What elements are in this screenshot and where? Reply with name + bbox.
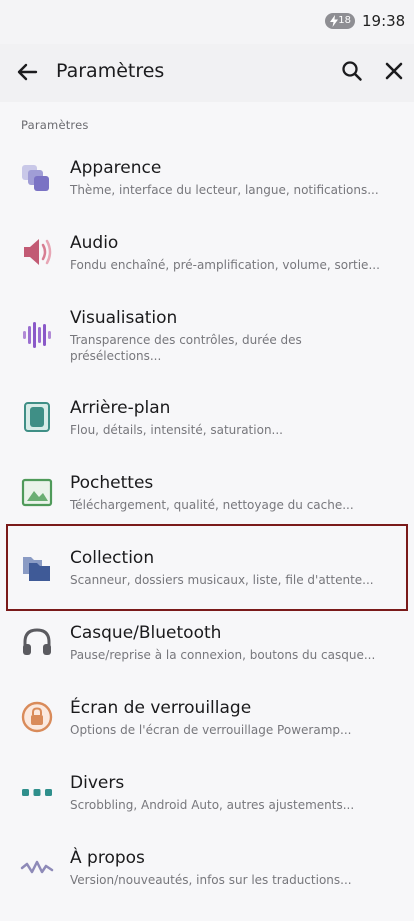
- item-title: Casque/Bluetooth: [70, 623, 222, 643]
- item-title: Audio: [70, 233, 119, 253]
- zigzag-icon: [20, 860, 54, 874]
- item-title: Visualisation: [70, 308, 178, 328]
- item-subtitle: Transparence des contrôles, durée des pr…: [70, 333, 302, 363]
- item-subtitle: Thème, interface du lecteur, langue, not…: [70, 183, 379, 197]
- lock-icon: [21, 701, 53, 733]
- settings-list: Paramètres Apparence Thème, interface du…: [0, 102, 414, 921]
- item-title: Arrière-plan: [70, 398, 171, 418]
- background-icon: [24, 402, 50, 432]
- search-icon[interactable]: [339, 58, 365, 84]
- headphones-icon: [23, 628, 51, 655]
- settings-item-audio[interactable]: Audio Fondu enchaîné, pré-amplification,…: [0, 225, 414, 300]
- back-arrow-icon[interactable]: [14, 59, 40, 85]
- waveform-icon: [23, 322, 51, 348]
- settings-item-visualisation[interactable]: Visualisation Transparence des contrôles…: [0, 300, 414, 390]
- page-title: Paramètres: [56, 60, 165, 82]
- status-bar: 18 19:38: [0, 0, 414, 44]
- battery-level: 18: [338, 15, 351, 26]
- settings-item-casque-bluetooth[interactable]: Casque/Bluetooth Pause/reprise à la conn…: [0, 615, 414, 690]
- close-icon[interactable]: [381, 58, 407, 84]
- item-subtitle: Pause/reprise à la connexion, boutons du…: [70, 648, 376, 662]
- battery-indicator: 18: [325, 13, 355, 29]
- image-icon: [21, 478, 53, 507]
- settings-item-ecran-verrouillage[interactable]: Écran de verrouillage Options de l'écran…: [0, 690, 414, 765]
- settings-item-divers[interactable]: Divers Scrobbling, Android Auto, autres …: [0, 765, 414, 840]
- item-subtitle: Fondu enchaîné, pré-amplification, volum…: [70, 258, 380, 272]
- settings-item-arriere-plan[interactable]: Arrière-plan Flou, détails, intensité, s…: [0, 390, 414, 465]
- item-title: Écran de verrouillage: [70, 698, 252, 718]
- item-title: Divers: [70, 773, 125, 793]
- settings-item-a-propos[interactable]: À propos Version/nouveautés, infos sur l…: [0, 840, 414, 915]
- app-bar: Paramètres: [0, 44, 414, 102]
- appearance-icon: [22, 165, 49, 191]
- item-title: Apparence: [70, 158, 162, 178]
- item-subtitle: Scrobbling, Android Auto, autres ajustem…: [70, 798, 355, 812]
- section-label: Paramètres: [21, 118, 89, 132]
- item-title: Pochettes: [70, 473, 154, 493]
- selection-highlight: [6, 524, 408, 611]
- item-subtitle: Options de l'écran de verrouillage Power…: [70, 723, 352, 737]
- dots-icon: [22, 789, 52, 796]
- settings-item-apparence[interactable]: Apparence Thème, interface du lecteur, l…: [0, 150, 414, 225]
- charging-icon: [330, 15, 338, 27]
- clock: 19:38: [362, 12, 406, 30]
- speaker-icon: [24, 239, 52, 265]
- item-title: À propos: [70, 848, 145, 868]
- item-subtitle: Flou, détails, intensité, saturation...: [70, 423, 283, 437]
- item-subtitle: Téléchargement, qualité, nettoyage du ca…: [70, 498, 354, 512]
- item-subtitle: Version/nouveautés, infos sur les traduc…: [70, 873, 352, 887]
